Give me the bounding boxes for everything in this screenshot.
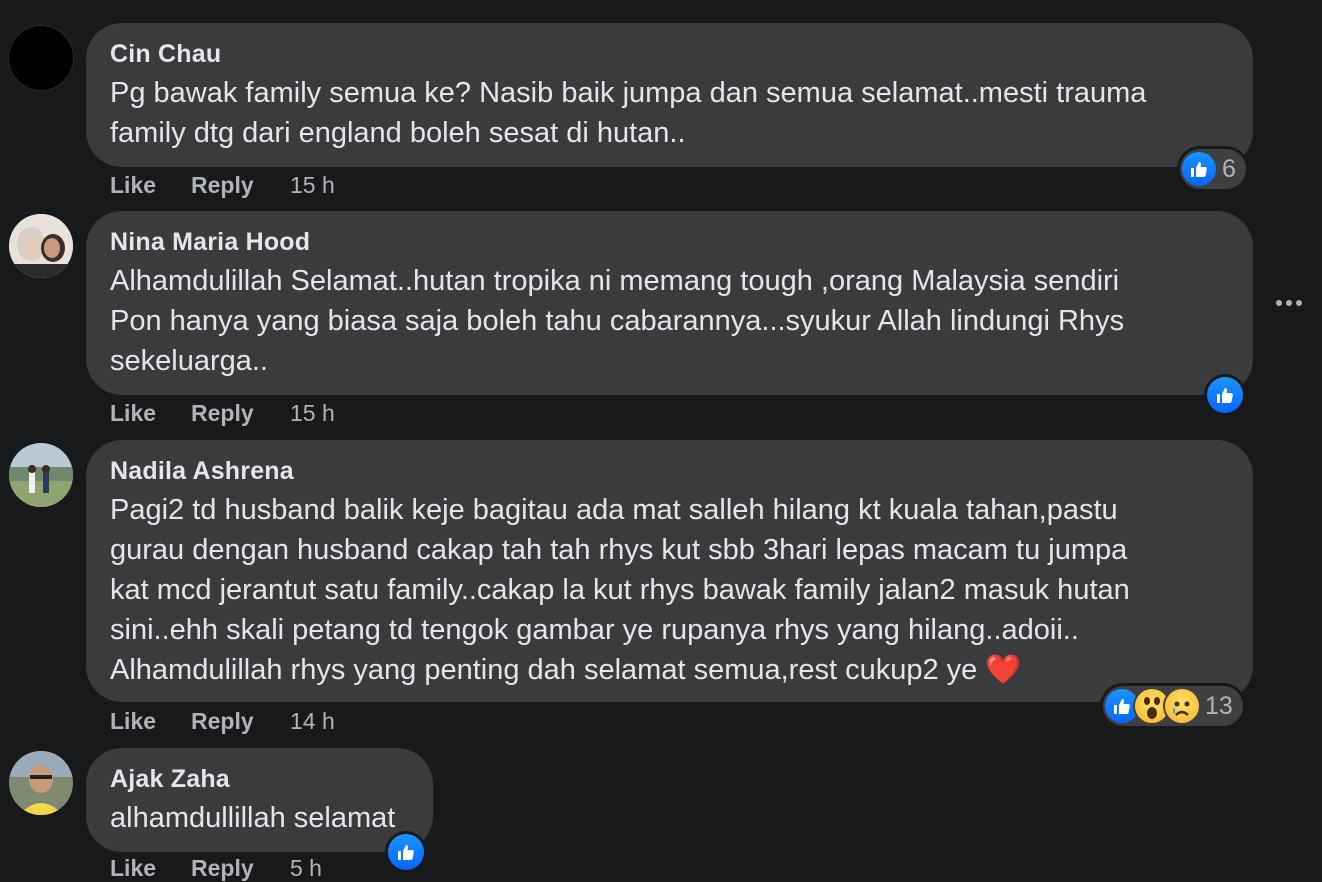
comment-bubble: Nina Maria Hood Alhamdulillah Selamat..h… [86, 211, 1253, 395]
comment-timestamp[interactable]: 15 h [290, 172, 335, 199]
comment-timestamp[interactable]: 14 h [290, 708, 335, 735]
comment-timestamp[interactable]: 5 h [290, 855, 322, 882]
comment-actions: Like Reply 5 h [110, 855, 322, 882]
reaction-summary[interactable]: 6 [1180, 149, 1246, 189]
sad-icon [1165, 689, 1199, 723]
comment-text: Pg bawak family semua ke? Nasib baik jum… [110, 77, 1147, 149]
comment-text: Alhamdulillah Selamat..hutan tropika ni … [110, 265, 1125, 377]
wow-icon [1135, 689, 1169, 723]
comment-author[interactable]: Nadila Ashrena [110, 456, 1229, 486]
comment-actions: Like Reply 14 h [110, 708, 335, 735]
like-button[interactable]: Like [110, 708, 191, 735]
reply-button[interactable]: Reply [191, 400, 290, 427]
avatar[interactable] [9, 26, 73, 90]
comment-timestamp[interactable]: 15 h [290, 400, 335, 427]
avatar[interactable] [9, 214, 73, 278]
comment-author[interactable]: Ajak Zaha [110, 764, 409, 794]
reaction-count: 13 [1205, 691, 1233, 720]
reply-button[interactable]: Reply [191, 172, 290, 199]
reply-button[interactable]: Reply [191, 855, 290, 882]
like-icon [1182, 152, 1216, 186]
comment-actions: Like Reply 15 h [110, 400, 335, 427]
comment-bubble: Nadila Ashrena Pagi2 td husband balik ke… [86, 440, 1253, 702]
comment-text: alhamdullillah selamat [110, 802, 396, 834]
like-button[interactable]: Like [110, 400, 191, 427]
like-button[interactable]: Like [110, 855, 191, 882]
like-icon [1207, 377, 1243, 413]
comment-bubble: Cin Chau Pg bawak family semua ke? Nasib… [86, 23, 1253, 167]
like-icon [1105, 689, 1139, 723]
avatar[interactable] [9, 443, 73, 507]
reaction-count: 6 [1222, 154, 1236, 183]
comment-actions: Like Reply 15 h [110, 172, 335, 199]
comment-author[interactable]: Cin Chau [110, 39, 1229, 69]
reaction-summary[interactable] [1207, 375, 1243, 415]
avatar[interactable] [9, 751, 73, 815]
like-icon [388, 834, 424, 870]
comment-text: Pagi2 td husband balik keje bagitau ada … [110, 494, 1130, 686]
like-button[interactable]: Like [110, 172, 191, 199]
reaction-summary[interactable]: 13 [1103, 686, 1243, 726]
reply-button[interactable]: Reply [191, 708, 290, 735]
reaction-summary[interactable] [388, 832, 424, 872]
comment-author[interactable]: Nina Maria Hood [110, 227, 1229, 257]
more-horizontal-icon[interactable] [1276, 296, 1308, 310]
comment-bubble: Ajak Zaha alhamdullillah selamat [86, 748, 433, 852]
